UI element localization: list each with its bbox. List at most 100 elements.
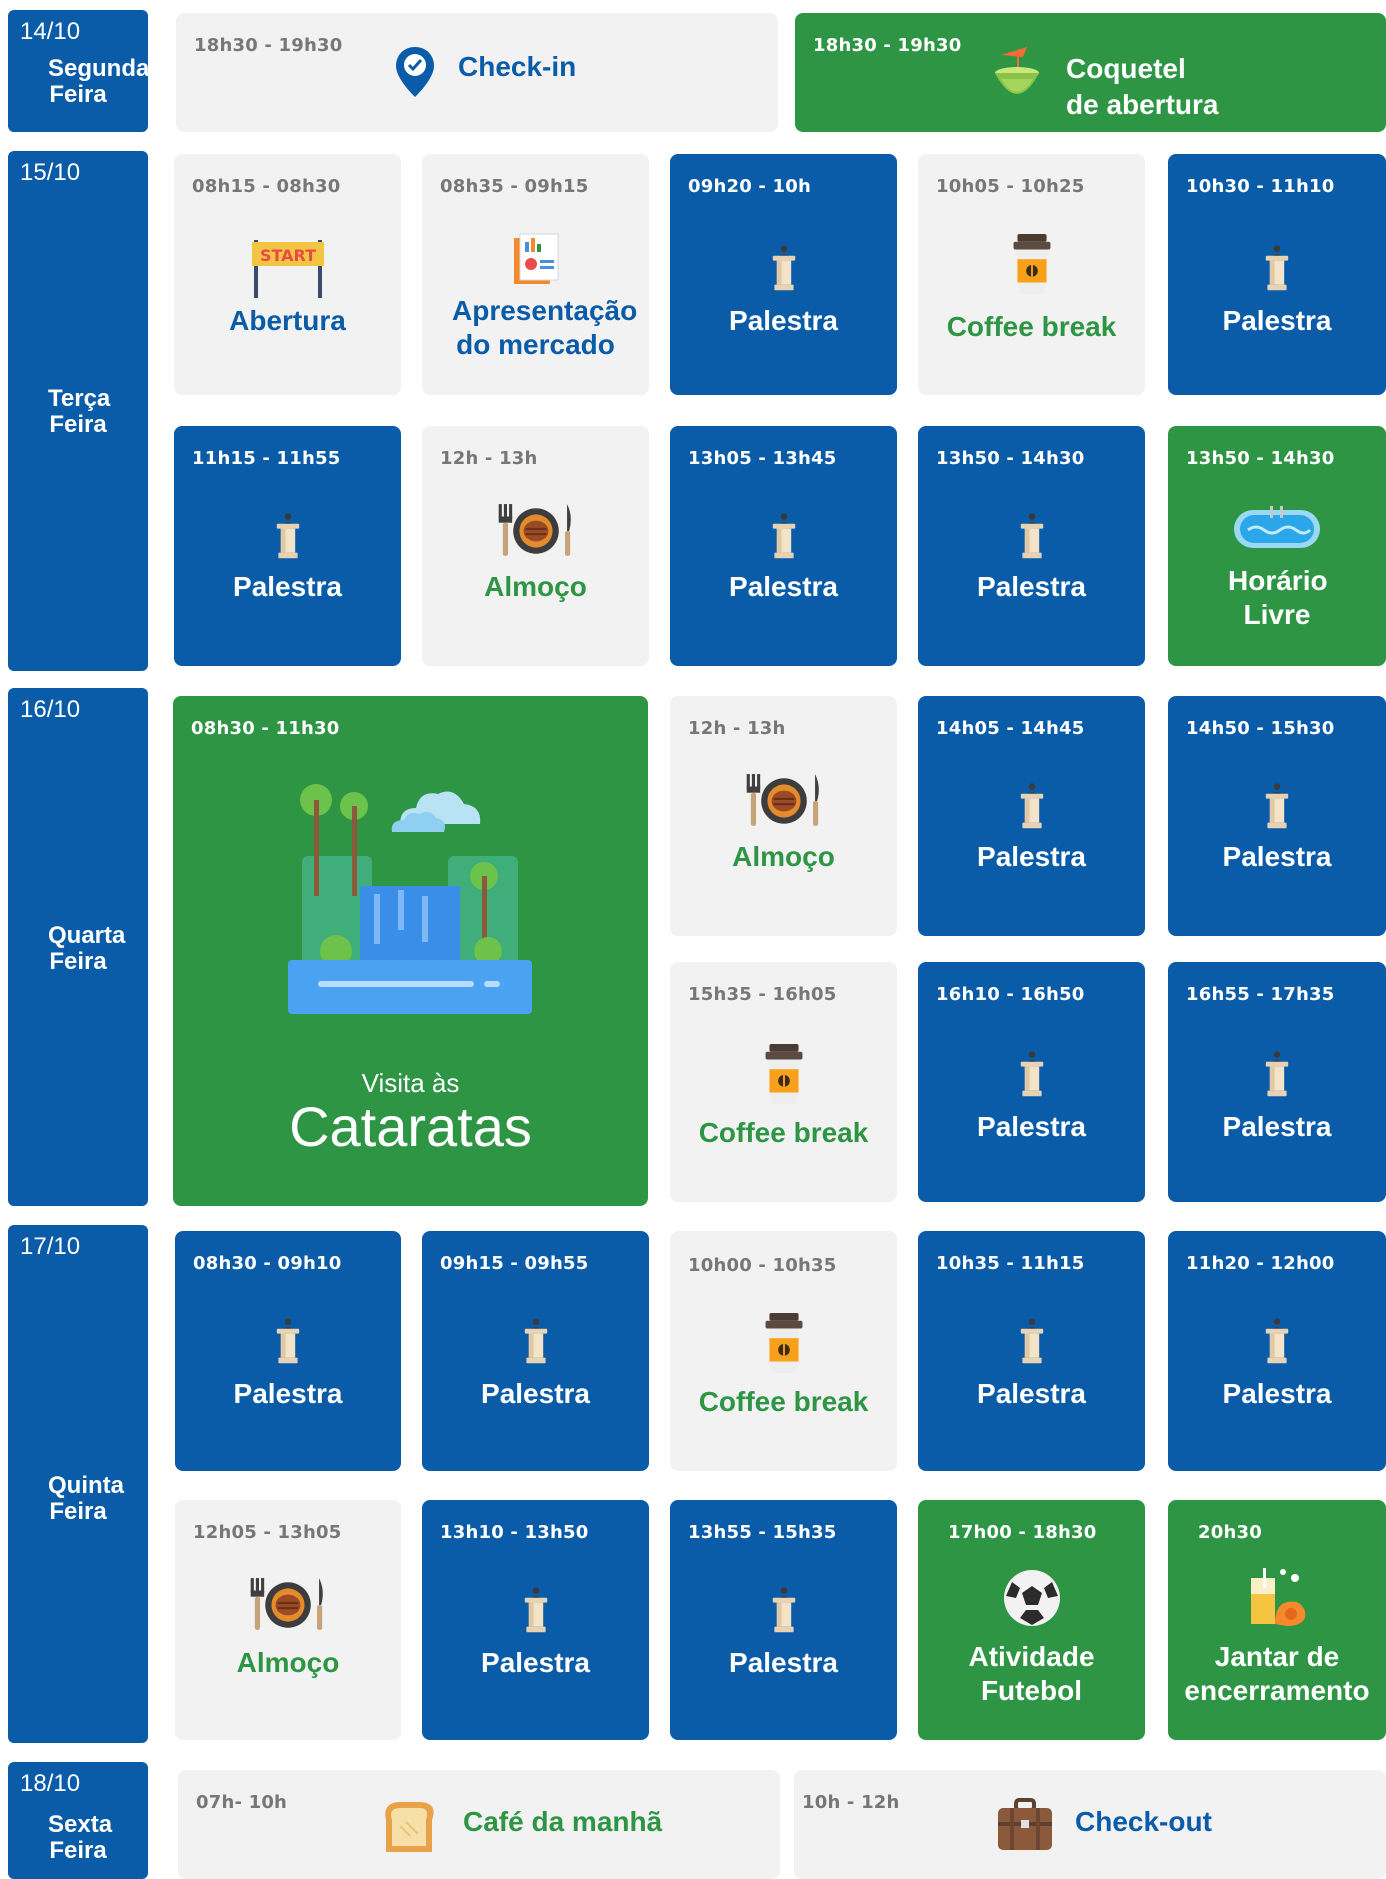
event-coquetel: 18h30 - 19h30 Coquetel de abertura: [795, 13, 1386, 132]
podium-icon: [520, 1580, 552, 1638]
event-title: Jantar de encerramento: [1184, 1641, 1370, 1706]
event-time: 12h - 13h: [440, 448, 538, 469]
event-almoco: 12h - 13h Almoço: [670, 696, 897, 936]
podium-icon: [272, 1311, 304, 1369]
event-time: 16h10 - 16h50: [936, 984, 1085, 1005]
event-title: Palestra: [233, 571, 342, 602]
event-time: 09h15 - 09h55: [440, 1253, 589, 1274]
day-name: Segunda Feira: [48, 55, 150, 108]
event-title: Palestra: [977, 1378, 1086, 1409]
event-palestra: 13h05 - 13h45 Palestra: [670, 426, 897, 666]
podium-icon: [520, 1311, 552, 1369]
coffee-cup-icon: [1007, 232, 1057, 300]
start-banner-icon: START: [250, 236, 326, 298]
podium-icon: [768, 238, 800, 296]
podium-icon: [768, 506, 800, 564]
day-name: Terça Feira: [48, 385, 111, 438]
event-futebol: 17h00 - 18h30 Atividade Futebol: [918, 1500, 1145, 1740]
event-title: Coffee break: [946, 311, 1117, 342]
podium-icon: [1261, 238, 1293, 296]
day-date: 18/10: [20, 1770, 81, 1797]
event-title: Almoço: [236, 1647, 340, 1678]
event-title: Palestra: [729, 1647, 838, 1678]
event-palestra: 16h10 - 16h50 Palestra: [918, 962, 1145, 1202]
podium-icon: [1016, 1311, 1048, 1369]
event-title: Palestra: [977, 571, 1086, 602]
event-title: Palestra: [729, 571, 838, 602]
coconut-drink-icon: [993, 43, 1043, 99]
event-checkin: 18h30 - 19h30 Check-in: [176, 13, 778, 132]
event-time: 10h30 - 11h10: [1186, 176, 1335, 197]
podium-icon: [272, 506, 304, 564]
event-title: Coffee break: [698, 1386, 869, 1417]
podium-icon: [1261, 1044, 1293, 1102]
day-date: 15/10: [20, 159, 81, 186]
event-almoco: 12h - 13h Almoço: [422, 426, 649, 666]
soccer-ball-icon: [1002, 1568, 1062, 1628]
event-time: 08h35 - 09h15: [440, 176, 589, 197]
podium-icon: [1016, 1044, 1048, 1102]
event-palestra: 13h55 - 15h35 Palestra: [670, 1500, 897, 1740]
event-title: Check-out: [1075, 1806, 1212, 1837]
event-time: 11h15 - 11h55: [192, 448, 341, 469]
event-time: 18h30 - 19h30: [813, 35, 962, 56]
event-title: Abertura: [229, 305, 346, 336]
pool-icon: [1232, 506, 1322, 550]
event-title: Almoço: [484, 571, 587, 602]
event-title: Atividade Futebol: [968, 1641, 1095, 1706]
event-palestra: 14h50 - 15h30 Palestra: [1168, 696, 1386, 936]
event-coffee-break: 10h05 - 10h25 Coffee break: [918, 154, 1145, 395]
day-label-2: 15/10 Terça Feira: [8, 151, 148, 671]
waterfall-icon: [288, 776, 532, 1026]
event-horario-livre: 13h50 - 14h30 Horário Livre: [1168, 426, 1386, 666]
event-title: Palestra: [1222, 1111, 1332, 1142]
event-title: Palestra: [481, 1378, 590, 1409]
event-check-out: 10h - 12h Check-out: [794, 1770, 1386, 1879]
event-time: 13h05 - 13h45: [688, 448, 837, 469]
event-abertura: 08h15 - 08h30 START Abertura: [174, 154, 401, 395]
event-time: 08h30 - 09h10: [193, 1253, 342, 1274]
day-name: Quinta Feira: [48, 1472, 124, 1525]
podium-icon: [1261, 776, 1293, 834]
event-time: 20h30: [1198, 1522, 1262, 1543]
event-time: 18h30 - 19h30: [194, 35, 343, 56]
event-time: 13h50 - 14h30: [1186, 448, 1335, 469]
event-time: 13h50 - 14h30: [936, 448, 1085, 469]
event-time: 08h15 - 08h30: [192, 176, 341, 197]
dinner-drink-icon: [1245, 1564, 1309, 1628]
event-palestra: 10h35 - 11h15 Palestra: [918, 1231, 1145, 1471]
event-time: 09h20 - 10h: [688, 176, 811, 197]
event-title: Cataratas: [289, 1095, 532, 1158]
svg-text:START: START: [259, 246, 315, 265]
event-almoco: 12h05 - 13h05 Almoço: [175, 1500, 401, 1740]
event-palestra: 08h30 - 09h10 Palestra: [175, 1231, 401, 1471]
event-palestra: 13h50 - 14h30 Palestra: [918, 426, 1145, 666]
coffee-cup-icon: [759, 1311, 809, 1379]
event-time: 13h55 - 15h35: [688, 1522, 837, 1543]
day-label-1: 14/10 Segunda Feira: [8, 10, 150, 132]
day-date: 16/10: [20, 696, 81, 723]
event-title: Coquetel de abertura: [1066, 53, 1219, 120]
suitcase-icon: [996, 1798, 1054, 1854]
report-chart-icon: [512, 232, 560, 286]
plate-cutlery-icon: [494, 502, 578, 560]
event-palestra: 11h15 - 11h55 Palestra: [174, 426, 401, 666]
event-palestra: 13h10 - 13h50 Palestra: [422, 1500, 649, 1740]
event-cataratas: 08h30 - 11h30 Visita às Cataratas: [173, 696, 648, 1206]
event-title: Palestra: [1222, 305, 1332, 336]
event-title: Palestra: [233, 1378, 343, 1409]
event-time: 16h55 - 17h35: [1186, 984, 1335, 1005]
event-title: Palestra: [1222, 841, 1332, 872]
event-time: 10h35 - 11h15: [936, 1253, 1085, 1274]
event-palestra: 11h20 - 12h00 Palestra: [1168, 1231, 1386, 1471]
event-title: Café da manhã: [463, 1806, 663, 1837]
event-title: Check-in: [458, 51, 577, 82]
plate-cutlery-icon: [246, 1576, 330, 1634]
event-title: Palestra: [977, 841, 1086, 872]
event-time: 13h10 - 13h50: [440, 1522, 589, 1543]
location-check-icon: [394, 45, 436, 99]
event-title: Apresentação do mercado: [452, 295, 638, 360]
day-label-5: 18/10 Sexta Feira: [8, 1762, 148, 1879]
event-palestra: 14h05 - 14h45 Palestra: [918, 696, 1145, 936]
podium-icon: [1261, 1311, 1293, 1369]
